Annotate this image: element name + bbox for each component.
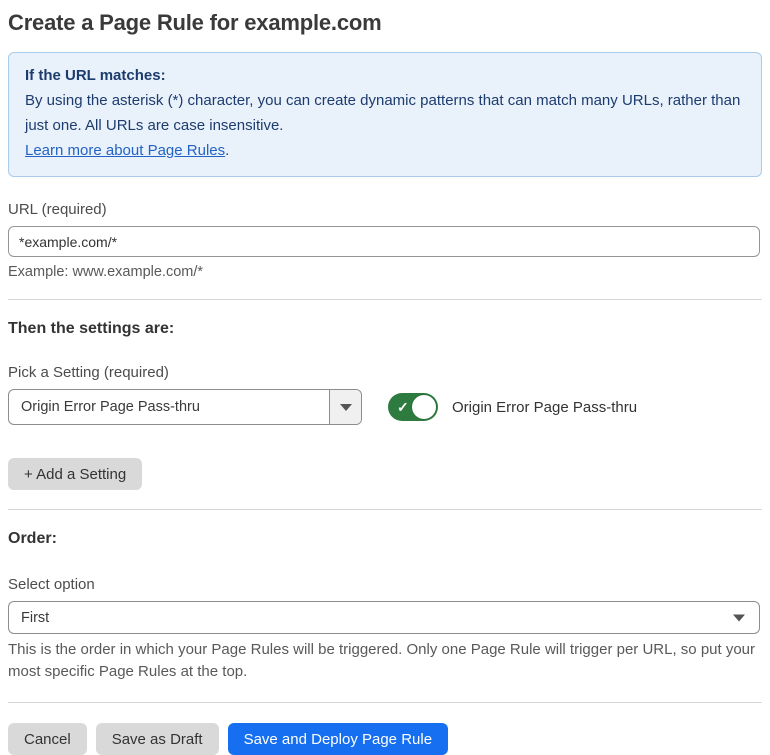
order-select[interactable]: First (8, 601, 760, 634)
order-select-label: Select option (8, 576, 95, 593)
footer-actions: Cancel Save as Draft Save and Deploy Pag… (8, 723, 762, 755)
divider (8, 702, 762, 703)
cancel-button[interactable]: Cancel (8, 723, 87, 755)
chevron-down-icon (733, 614, 745, 621)
save-deploy-button[interactable]: Save and Deploy Page Rule (227, 723, 449, 755)
setting-row: Origin Error Page Pass-thru ✓ Origin Err… (8, 389, 762, 425)
setting-select-value: Origin Error Page Pass-thru (21, 399, 200, 415)
url-helper-text: Example: www.example.com/* (8, 264, 204, 280)
setting-toggle[interactable]: ✓ (388, 393, 438, 421)
divider (8, 299, 762, 300)
url-input[interactable] (8, 226, 760, 257)
check-icon: ✓ (397, 399, 409, 415)
learn-more-link[interactable]: Learn more about Page Rules (25, 142, 225, 159)
setting-toggle-wrap: ✓ Origin Error Page Pass-thru (388, 393, 637, 421)
setting-select-arrow-segment[interactable] (329, 390, 361, 424)
setting-select[interactable]: Origin Error Page Pass-thru (8, 389, 362, 425)
url-field-label: URL (required) (8, 201, 107, 218)
page-title: Create a Page Rule for example.com (8, 10, 382, 35)
chevron-down-icon (339, 403, 352, 411)
order-section-heading: Order: (8, 530, 57, 547)
info-box-body: By using the asterisk (*) character, you… (25, 92, 741, 134)
settings-section-heading: Then the settings are: (8, 320, 175, 337)
add-setting-button[interactable]: + Add a Setting (8, 458, 143, 490)
link-suffix: . (225, 142, 230, 159)
info-box-heading: If the URL matches: (25, 67, 166, 84)
order-select-value: First (21, 609, 50, 626)
order-helper-text: This is the order in which your Page Rul… (8, 641, 756, 680)
pick-setting-label: Pick a Setting (required) (8, 364, 169, 381)
divider (8, 509, 762, 510)
setting-toggle-label: Origin Error Page Pass-thru (452, 398, 638, 416)
save-draft-button[interactable]: Save as Draft (95, 723, 219, 755)
url-match-info-box: If the URL matches: By using the asteris… (8, 52, 762, 177)
info-box-link-line: Learn more about Page Rules. (25, 138, 745, 163)
toggle-knob (412, 395, 436, 419)
